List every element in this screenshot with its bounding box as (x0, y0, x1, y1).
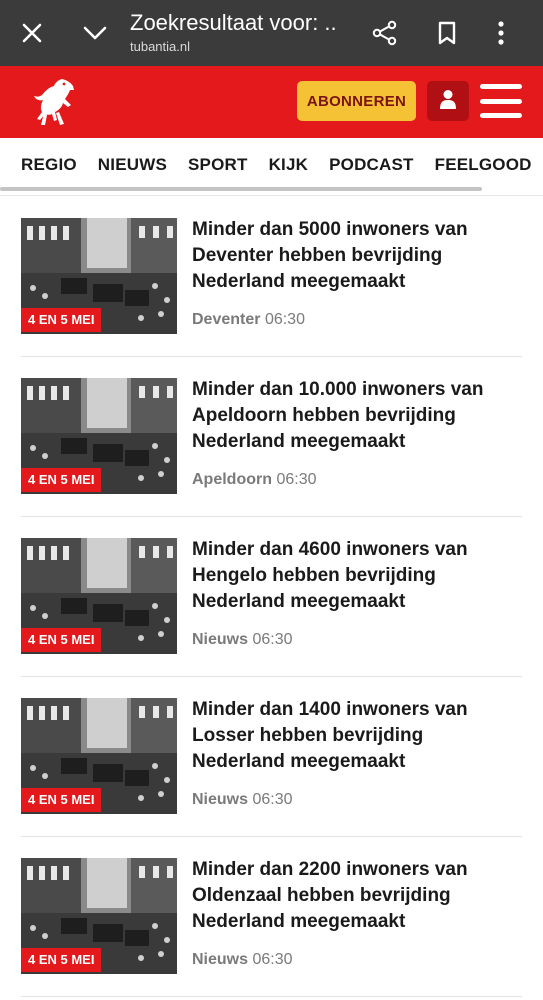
article-headline[interactable]: Minder dan 2200 inwoners van Oldenzaal h… (192, 857, 492, 935)
address-bar[interactable]: Zoekresultaat voor: ... tubantia.nl (130, 10, 335, 56)
topic-tag: 4 EN 5 MEI (21, 468, 102, 492)
article-thumbnail[interactable]: 4 EN 5 MEI (21, 858, 177, 974)
horse-logo[interactable] (28, 75, 78, 129)
article-time: 06:30 (276, 471, 317, 488)
article-time: 06:30 (252, 791, 293, 808)
list-item[interactable]: 4 EN 5 MEI Minder dan 5000 inwoners van … (21, 197, 522, 357)
subscribe-button[interactable]: ABONNEREN (297, 81, 416, 121)
more-vert-icon[interactable] (488, 20, 514, 46)
site-header: ABONNEREN (0, 66, 543, 138)
bookmark-icon[interactable] (434, 20, 460, 46)
article-meta: Nieuws 06:30 (192, 791, 293, 809)
topic-tag: 4 EN 5 MEI (21, 788, 102, 812)
nav-item-sport[interactable]: SPORT (188, 155, 248, 175)
page-title: Zoekresultaat voor: ... (130, 10, 335, 35)
article-section: Deventer (192, 311, 261, 328)
article-headline[interactable]: Minder dan 4600 inwoners van Hengelo heb… (192, 537, 492, 615)
article-meta: Nieuws 06:30 (192, 951, 293, 969)
list-item[interactable]: 4 EN 5 MEI Minder dan 2200 inwoners van … (21, 837, 522, 997)
hamburger-menu-icon[interactable] (480, 84, 522, 118)
topic-tag: 4 EN 5 MEI (21, 308, 102, 332)
article-section: Nieuws (192, 791, 249, 808)
user-icon (439, 89, 457, 114)
article-thumbnail[interactable]: 4 EN 5 MEI (21, 538, 177, 654)
article-thumbnail[interactable]: 4 EN 5 MEI (21, 698, 177, 814)
article-time: 06:30 (252, 631, 293, 648)
article-section: Nieuws (192, 631, 249, 648)
article-headline[interactable]: Minder dan 5000 inwoners van Deventer he… (192, 217, 492, 295)
topic-tag: 4 EN 5 MEI (21, 948, 102, 972)
nav-item-feelgood[interactable]: FEELGOOD (435, 155, 532, 175)
article-thumbnail[interactable]: 4 EN 5 MEI (21, 378, 177, 494)
list-item[interactable]: 4 EN 5 MEI Minder dan 10.000 inwoners va… (21, 357, 522, 517)
close-icon[interactable] (19, 20, 45, 46)
nav-item-regio[interactable]: REGIO (21, 155, 77, 175)
topic-tag: 4 EN 5 MEI (21, 628, 102, 652)
article-meta: Deventer 06:30 (192, 311, 305, 329)
page-host: tubantia.nl (130, 39, 190, 54)
list-item[interactable]: 4 EN 5 MEI Minder dan 4600 inwoners van … (21, 517, 522, 677)
nav-scrollbar[interactable] (0, 187, 482, 191)
nav-item-nieuws[interactable]: NIEUWS (98, 155, 167, 175)
article-list: 4 EN 5 MEI Minder dan 5000 inwoners van … (0, 196, 543, 997)
chevron-down-icon[interactable] (82, 20, 108, 46)
article-section: Nieuws (192, 951, 249, 968)
article-headline[interactable]: Minder dan 1400 inwoners van Losser hebb… (192, 697, 492, 775)
article-time: 06:30 (264, 311, 305, 328)
article-section: Apeldoorn (192, 471, 272, 488)
article-headline[interactable]: Minder dan 10.000 inwoners van Apeldoorn… (192, 377, 492, 455)
nav-item-kijk[interactable]: KIJK (269, 155, 309, 175)
article-meta: Nieuws 06:30 (192, 631, 293, 649)
list-item[interactable]: 4 EN 5 MEI Minder dan 1400 inwoners van … (21, 677, 522, 837)
nav-item-podcast[interactable]: PODCAST (329, 155, 414, 175)
article-meta: Apeldoorn 06:30 (192, 471, 317, 489)
section-nav: REGIO NIEUWS SPORT KIJK PODCAST FEELGOOD… (0, 138, 543, 196)
share-icon[interactable] (372, 20, 398, 46)
article-time: 06:30 (252, 951, 293, 968)
article-thumbnail[interactable]: 4 EN 5 MEI (21, 218, 177, 334)
browser-toolbar: Zoekresultaat voor: ... tubantia.nl (0, 0, 543, 66)
account-button[interactable] (427, 81, 469, 121)
